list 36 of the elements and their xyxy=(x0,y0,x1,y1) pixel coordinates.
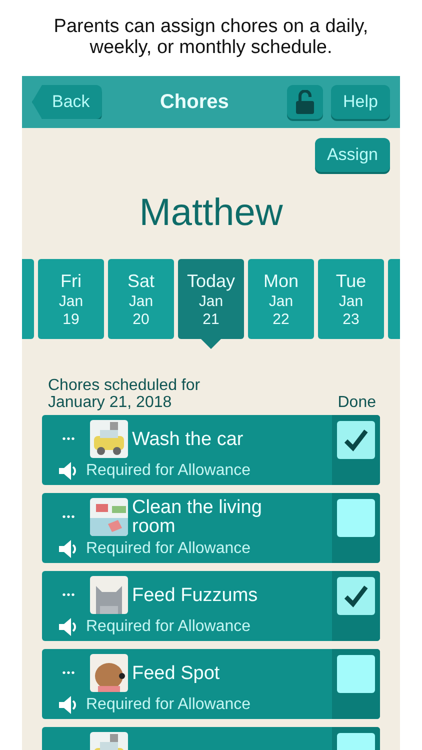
checkmark-icon xyxy=(343,584,369,608)
list-heading: Chores scheduled for January 21, 2018 xyxy=(48,377,200,411)
chore-row[interactable]: ••• Clean the living room Required for Allowance xyxy=(42,493,380,563)
chore-title: Feed Fuzzums xyxy=(132,586,258,604)
more-button[interactable]: ••• xyxy=(52,434,86,444)
child-name: Matthew xyxy=(138,192,284,235)
selection-pointer xyxy=(201,339,221,349)
more-button[interactable]: ••• xyxy=(52,590,86,600)
day-tab[interactable]: Tue Jan 23 xyxy=(318,259,384,339)
day-tab[interactable]: Fri Jan 19 xyxy=(38,259,104,339)
chore-note: Required for Allowance xyxy=(86,618,251,636)
chore-row[interactable]: ••• Feed Spot Required for Allowance xyxy=(42,649,380,719)
chore-title: Feed Spot xyxy=(132,664,220,682)
help-button[interactable]: Help xyxy=(331,85,390,119)
chore-note: Required for Allowance xyxy=(86,696,251,714)
day-tab[interactable]: Mon Jan 22 xyxy=(248,259,314,339)
more-button[interactable]: ••• xyxy=(52,668,86,678)
assign-button[interactable]: Assign xyxy=(314,138,390,172)
chore-row[interactable]: ••• Feed Fuzzums Required for Allowance xyxy=(42,571,380,641)
done-checkbox[interactable] xyxy=(337,499,375,537)
done-checkbox[interactable] xyxy=(337,577,375,615)
caption-text: Parents can assign chores on a daily, weekly, or monthly schedule. xyxy=(52,15,370,60)
chore-row[interactable]: ••• Wash the car Required for Allowance xyxy=(42,415,380,485)
done-checkbox[interactable] xyxy=(337,421,375,459)
chore-title: Clean the living room xyxy=(132,498,263,536)
done-checkbox[interactable] xyxy=(337,655,375,693)
screen-title: Chores xyxy=(158,90,230,114)
day-tab[interactable]: Sat Jan 20 xyxy=(108,259,174,339)
chore-note: Required for Allowance xyxy=(86,540,251,558)
lock-button[interactable] xyxy=(287,85,324,119)
back-button[interactable]: Back xyxy=(32,85,102,119)
done-heading: Done xyxy=(338,394,376,411)
checkmark-icon xyxy=(343,428,369,452)
chore-title: Wash the car xyxy=(132,430,244,448)
chore-note: Required for Allowance xyxy=(86,462,251,480)
more-button[interactable]: ••• xyxy=(52,512,86,522)
